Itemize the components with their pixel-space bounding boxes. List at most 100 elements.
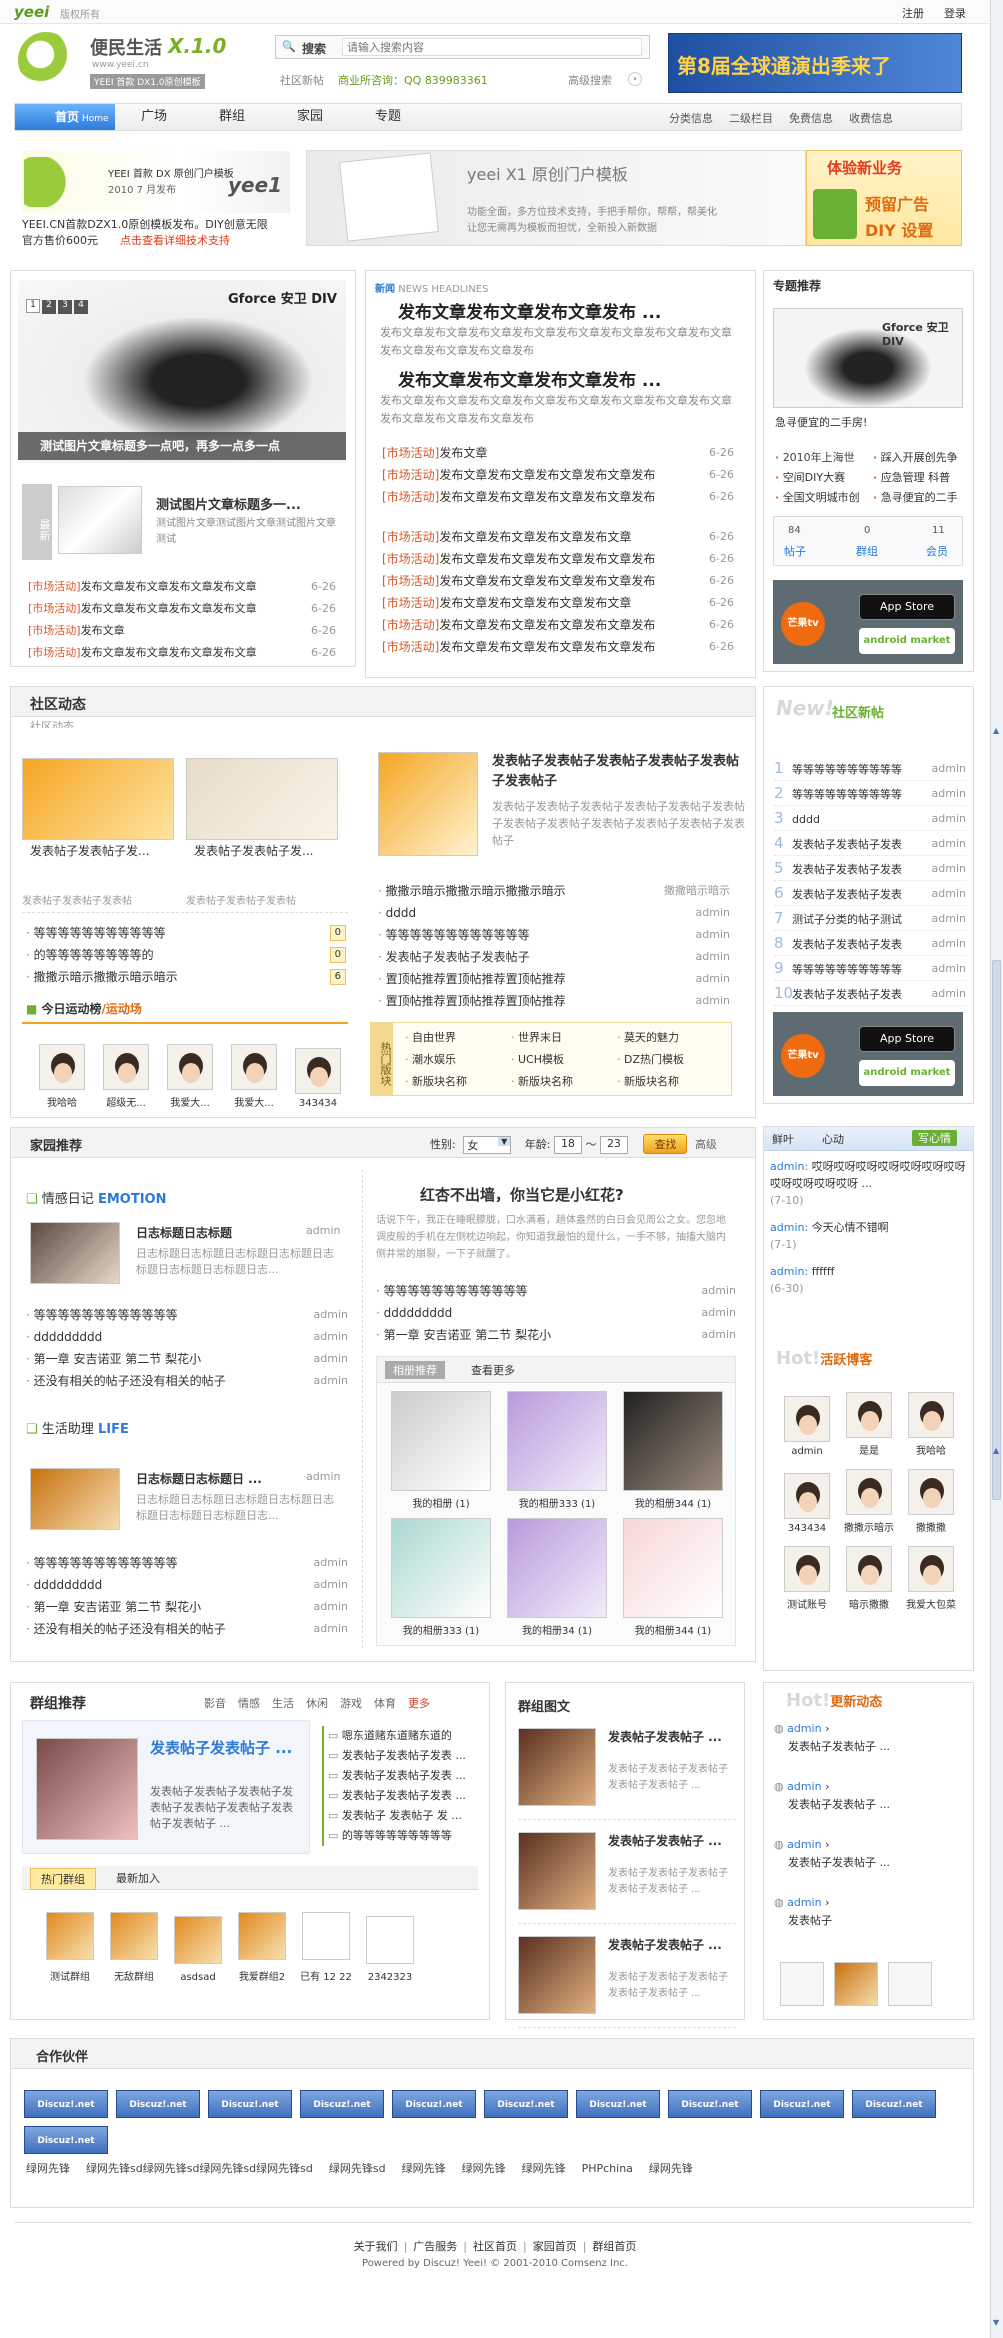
search-sub-link[interactable]: 社区新帖 [280,72,324,88]
footer-link[interactable]: 家园首页 [533,2240,577,2253]
album-tab-recommend[interactable]: 相册推荐 [385,1361,445,1379]
partner-link[interactable]: PHPchina [582,2162,633,2175]
news-category[interactable]: [市场活动] [382,574,439,588]
list-item[interactable]: ▭ 发表帖子发表帖子发表 ... [328,1786,484,1806]
group-icon[interactable] [366,1916,414,1964]
group-name[interactable]: 我爱群组2 [230,1968,294,1983]
album-name[interactable]: 我的相册333 (1) [499,1495,615,1510]
author-link[interactable]: admin [702,1280,736,1302]
news-category[interactable]: [市场活动] [382,468,439,482]
active-user-name[interactable]: 我哈哈 [900,1442,962,1457]
group-pic-title[interactable]: 发表帖子发表帖子 ... [608,1832,734,1849]
write-mood-button[interactable]: 写心情 [912,1130,957,1146]
list-item[interactable]: · 置顶帖推荐置顶帖推荐置顶帖推荐 admin [378,990,730,1012]
android-market-badge[interactable]: android market [859,628,955,654]
author-link[interactable]: admin [702,1302,736,1324]
active-user-name[interactable]: 暗示撒撒 [838,1596,900,1611]
avatar[interactable] [784,1396,830,1442]
news-title[interactable]: 发布文章 [81,624,125,637]
list-item-text[interactable]: 等等等等等等等等等等等等 [386,928,530,942]
news-row[interactable]: [市场活动]发布文章发布文章发布文章发布文章发布 6-26 [382,464,734,486]
partner-logo[interactable]: Discuz!.net [576,2090,660,2118]
list-item-text[interactable]: dddd [386,906,416,920]
avatar[interactable] [784,1473,830,1519]
list-item[interactable]: · 撒撒示暗示撒撒示暗示暗示 6 [26,966,346,988]
rank-user-name[interactable]: 343434 [286,1098,350,1109]
group-icon[interactable] [174,1916,222,1964]
active-user-name[interactable]: admin [776,1446,838,1457]
author-link[interactable]: admin [932,856,966,880]
list-item[interactable]: · 置顶帖推荐置顶帖推荐置顶帖推荐 admin [378,968,730,990]
group-tag[interactable]: 情感 [238,1697,260,1710]
news-category[interactable]: [市场活动] [382,640,439,654]
partner-logo[interactable]: Discuz!.net [24,2126,108,2154]
news-row[interactable]: [市场活动]发布文章发布文章发布文章发布文章 6-26 [28,642,336,664]
rank-user[interactable]: 超级无... [94,1044,158,1109]
age-to-input[interactable]: 23 [599,1136,628,1154]
group-item[interactable]: 已有 12 22 [294,1912,358,1983]
newpost-row[interactable]: 3 dddd admin [774,806,966,831]
forum-link[interactable]: · 世界末日 [511,1027,617,1049]
album-cover[interactable] [507,1391,607,1491]
feature-thumb[interactable] [58,486,142,554]
forum-link[interactable]: · 新版块名称 [617,1071,723,1093]
slider-page-3[interactable]: 3 [58,300,72,314]
author-link[interactable]: admin [932,881,966,905]
footer-link[interactable]: 关于我们 [354,2240,398,2253]
list-item[interactable]: ▭ 发表帖子发表帖子发表 ... [328,1746,484,1766]
update-author[interactable]: admin [787,1780,821,1793]
list-item-text[interactable]: 第一章 安吉诺亚 第二节 梨花小 [384,1328,551,1342]
author-link[interactable]: admin [932,906,966,930]
list-item[interactable]: · 等等等等等等等等等等等等 admin [26,1304,348,1326]
group-link-text[interactable]: 嗯东道赌东道赌东道的 [342,1729,452,1742]
group-icon[interactable] [238,1912,286,1960]
android-market-badge[interactable]: android market [859,1060,955,1086]
forum-link[interactable]: · 新版块名称 [511,1071,617,1093]
footer-link[interactable]: 广告服务 [413,2240,457,2253]
album-name[interactable]: 我的相册344 (1) [615,1495,731,1510]
list-item[interactable]: · 等等等等等等等等等等等 0 [26,922,346,944]
list-item-text[interactable]: 撒撒示暗示撒撒示暗示撒撒示暗示 [386,884,566,898]
update-item[interactable]: ◍ admin › 发表帖子 [774,1894,966,1930]
newpost-title[interactable]: 等等等等等等等等等等 [792,788,902,801]
newpost-row[interactable]: 4 发表帖子发表帖子发表 admin [774,831,966,856]
news-category[interactable]: [市场活动] [382,552,439,566]
album-tab-more[interactable]: 查看更多 [471,1362,515,1378]
list-item-text[interactable]: 第一章 安吉诺亚 第二节 梨花小 [34,1352,201,1366]
group-link-text[interactable]: 发表帖子发表帖子发表 ... [342,1789,466,1802]
active-user-name[interactable]: 343434 [776,1523,838,1534]
partner-logo[interactable]: Discuz!.net [668,2090,752,2118]
nav-tab-home-space[interactable]: 家园 [271,104,349,130]
album-item[interactable]: 我的相册344 (1) [615,1391,731,1510]
partner-logo[interactable]: Discuz!.net [208,2090,292,2118]
group-name[interactable]: 无敌群组 [102,1968,166,1983]
active-user-name[interactable]: 撒撒撒 [900,1519,962,1534]
group-icon[interactable] [302,1912,350,1960]
list-item-text[interactable]: ddddddddd [34,1578,103,1592]
author-link[interactable]: admin [314,1574,348,1596]
avatar[interactable] [908,1392,954,1438]
newpost-title[interactable]: 等等等等等等等等等等 [792,963,902,976]
album-item[interactable]: 我的相册333 (1) [383,1518,499,1637]
author-link[interactable]: admin [314,1618,348,1640]
find-button[interactable]: 查找 [643,1134,688,1154]
community-thumb-title-2[interactable]: 发表帖子发表帖子发... [194,842,334,860]
app-store-badge[interactable]: App Store [859,594,955,620]
news-title[interactable]: 发布文章发布文章发布文章发布文章 [439,596,631,610]
list-item-text[interactable]: ddddddddd [34,1330,103,1344]
active-user[interactable]: 撒撒撒 [900,1469,962,1534]
special-caption[interactable]: 急寻便宜的二手房! [775,414,867,430]
album-name[interactable]: 我的相册344 (1) [615,1622,731,1637]
special-link[interactable]: · 急寻便宜的二手 [873,488,969,508]
avatar[interactable] [39,1044,85,1090]
list-item[interactable]: · 等等等等等等等等等等等等 admin [376,1280,736,1302]
news-title[interactable]: 发布文章发布文章发布文章发布文章发布 [439,552,655,566]
stat-groups-label[interactable]: 群组 [856,543,878,559]
stat-members-label[interactable]: 会员 [926,543,948,559]
news-category[interactable]: [市场活动] [382,618,439,632]
group-link-text[interactable]: 发表帖子发表帖子发表 ... [342,1769,466,1782]
newpost-title[interactable]: 发表帖子发表帖子发表 [792,863,902,876]
news-title[interactable]: 发布文章发布文章发布文章发布文章 [81,646,257,659]
footer-link[interactable]: 群组首页 [592,2240,636,2253]
group-pic-item[interactable]: 发表帖子发表帖子 ... 发表帖子发表帖子发表帖子发表帖子发表帖子 ... [518,1930,736,2028]
